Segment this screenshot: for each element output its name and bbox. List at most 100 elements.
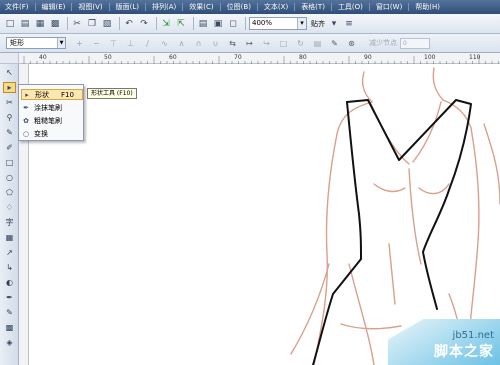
menu-separator bbox=[368, 3, 370, 11]
table-tool-icon[interactable]: ▦ bbox=[3, 232, 16, 243]
crop-tool-icon[interactable]: ✂ bbox=[3, 97, 16, 108]
flyout-item-shortcut: F10 bbox=[61, 90, 74, 99]
menu-file[interactable]: 文件(F) bbox=[0, 2, 34, 12]
reduce-nodes-input[interactable]: 0 bbox=[400, 37, 430, 49]
zoom-value: 400% bbox=[252, 19, 273, 27]
horizontal-ruler[interactable]: 40 50 60 70 80 90 100 110 bbox=[19, 53, 500, 64]
app-launcher-icon[interactable]: ▤ bbox=[197, 18, 209, 30]
align-nodes-icon[interactable]: ▤ bbox=[312, 38, 323, 49]
outline-pen-icon[interactable]: ✎ bbox=[3, 307, 16, 318]
snap-to-button[interactable]: 贴齐 bbox=[311, 19, 325, 29]
rotate-nodes-icon[interactable]: ↻ bbox=[295, 38, 306, 49]
zoom-tool-icon[interactable]: ⚲ bbox=[3, 112, 16, 123]
polygon-tool-icon[interactable]: ⬠ bbox=[3, 187, 16, 198]
import-icon[interactable]: ⇲ bbox=[160, 18, 172, 30]
flyout-item-label: 涂抹笔刷 bbox=[34, 103, 62, 112]
menu-table[interactable]: 表格(T) bbox=[296, 2, 330, 12]
menu-layout[interactable]: 版面(L) bbox=[111, 2, 144, 12]
flyout-item-roughen-brush[interactable]: ✿ 粗糙笔刷 bbox=[21, 115, 83, 126]
smart-drawing-icon[interactable]: ✐ bbox=[3, 142, 16, 153]
chevron-down-icon[interactable]: ▾ bbox=[297, 18, 306, 29]
toolbar-separator bbox=[245, 17, 246, 30]
menu-text[interactable]: 文本(X) bbox=[259, 2, 293, 12]
horizontal-ruler-scale: 40 50 60 70 80 90 100 110 bbox=[23, 54, 499, 64]
ruler-label: 50 bbox=[104, 54, 112, 61]
ruler-label: 70 bbox=[234, 54, 242, 61]
ruler-origin[interactable] bbox=[0, 53, 19, 64]
elastic-mode-icon[interactable]: ✎ bbox=[329, 38, 340, 49]
join-nodes-icon[interactable]: ⊤ bbox=[108, 38, 119, 49]
menu-edit[interactable]: 编辑(E) bbox=[37, 2, 71, 12]
text-tool-icon[interactable]: 字 bbox=[3, 217, 16, 228]
symmetrical-node-icon[interactable]: ∪ bbox=[210, 38, 221, 49]
paste-icon[interactable]: ▧ bbox=[101, 18, 113, 30]
redo-icon[interactable]: ↷ bbox=[138, 18, 150, 30]
options-icon[interactable]: ≡ bbox=[343, 18, 355, 30]
transform-icon: ○ bbox=[22, 129, 30, 138]
dimension-tool-icon[interactable]: ↗ bbox=[3, 247, 16, 258]
menu-effects[interactable]: 效果(C) bbox=[184, 2, 218, 12]
smooth-node-icon[interactable]: ∩ bbox=[193, 38, 204, 49]
new-icon[interactable]: □ bbox=[4, 18, 16, 30]
freehand-tool-icon[interactable]: ✎ bbox=[3, 127, 16, 138]
flyout-item-smudge-brush[interactable]: ✒ 涂抹笔刷 bbox=[21, 102, 83, 113]
add-node-icon[interactable]: + bbox=[74, 38, 85, 49]
cut-icon[interactable]: ✂ bbox=[71, 18, 83, 30]
menu-view[interactable]: 视图(V) bbox=[73, 2, 107, 12]
pick-tool-icon[interactable]: ↖ bbox=[3, 67, 16, 78]
welcome-icon[interactable]: ▣ bbox=[212, 18, 224, 30]
smudge-brush-icon: ✒ bbox=[23, 103, 29, 112]
flyout-item-label: 粗糙笔刷 bbox=[34, 116, 62, 125]
shape-mode-select[interactable]: 矩形 ▼ bbox=[6, 37, 66, 49]
extend-curve-icon[interactable]: ↦ bbox=[244, 38, 255, 49]
full-screen-icon[interactable]: ◻ bbox=[227, 18, 239, 30]
menu-bitmaps[interactable]: 位图(B) bbox=[222, 2, 256, 12]
flyout-item-transform[interactable]: ○ 变换 bbox=[21, 128, 83, 139]
flyout-item-label: 变换 bbox=[34, 129, 48, 138]
undo-icon[interactable]: ↶ bbox=[123, 18, 135, 30]
watermark-site: jb51.net bbox=[452, 330, 494, 341]
menu-arrange[interactable]: 排列(A) bbox=[147, 2, 181, 12]
interactive-blend-icon[interactable]: ◐ bbox=[3, 277, 16, 288]
flyout-item-shape[interactable]: ▸ 形状 F10 bbox=[21, 89, 83, 100]
to-line-icon[interactable]: ∕ bbox=[142, 38, 153, 49]
fill-tool-icon[interactable]: ▩ bbox=[3, 322, 16, 333]
copy-icon[interactable]: ❐ bbox=[86, 18, 98, 30]
reverse-direction-icon[interactable]: ⇆ bbox=[227, 38, 238, 49]
print-icon[interactable]: ▩ bbox=[49, 18, 61, 30]
connector-tool-icon[interactable]: ↳ bbox=[3, 262, 16, 273]
chevron-down-icon[interactable]: ▼ bbox=[57, 38, 65, 48]
ruler-label: 100 bbox=[424, 54, 436, 61]
chevron-down-icon[interactable]: ▾ bbox=[328, 18, 340, 30]
shape-mode-value: 矩形 bbox=[10, 39, 24, 47]
export-icon[interactable]: ⇱ bbox=[175, 18, 187, 30]
menu-window[interactable]: 窗口(W) bbox=[371, 2, 407, 12]
save-icon[interactable]: ▦ bbox=[34, 18, 46, 30]
to-curve-icon[interactable]: ∿ bbox=[159, 38, 170, 49]
menu-separator bbox=[330, 3, 332, 11]
rectangle-tool-icon[interactable]: □ bbox=[3, 157, 16, 168]
select-all-nodes-icon[interactable]: ⊛ bbox=[346, 38, 357, 49]
cusp-node-icon[interactable]: ∧ bbox=[176, 38, 187, 49]
basic-shapes-icon[interactable]: ♢ bbox=[3, 202, 16, 213]
reduce-nodes-label: 减少节点 bbox=[369, 39, 397, 47]
ruler-label: 60 bbox=[169, 54, 177, 61]
flyout-item-label: 形状 bbox=[35, 90, 49, 99]
ellipse-tool-icon[interactable]: ○ bbox=[3, 172, 16, 183]
menu-separator bbox=[145, 3, 147, 11]
ruler-label: 110 bbox=[469, 54, 481, 61]
eyedropper-tool-icon[interactable]: ✒ bbox=[3, 292, 16, 303]
open-icon[interactable]: ▤ bbox=[19, 18, 31, 30]
menu-separator bbox=[34, 3, 36, 11]
toolbar-separator bbox=[67, 17, 68, 30]
menu-help[interactable]: 帮助(H) bbox=[410, 2, 445, 12]
stretch-nodes-icon[interactable]: □ bbox=[278, 38, 289, 49]
zoom-combo[interactable]: 400% ▾ bbox=[249, 17, 307, 30]
interactive-fill-icon[interactable]: ◈ bbox=[3, 337, 16, 348]
shape-tool-icon[interactable]: ▸ bbox=[3, 82, 16, 93]
menu-tools[interactable]: 工具(O) bbox=[333, 2, 368, 12]
extract-subpath-icon[interactable]: ↪ bbox=[261, 38, 272, 49]
delete-node-icon[interactable]: − bbox=[91, 38, 102, 49]
toolbar-separator bbox=[119, 17, 120, 30]
break-curve-icon[interactable]: ⊥ bbox=[125, 38, 136, 49]
